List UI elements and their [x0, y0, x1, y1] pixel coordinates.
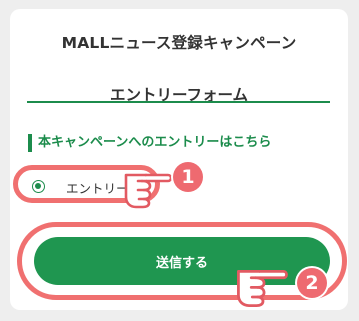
title-divider: [27, 101, 330, 103]
page-title: MALLニュース登録キャンペーン: [61, 34, 297, 52]
step2-badge: 2: [297, 268, 327, 298]
section-heading: 本キャンペーンへのエントリーはこちら: [28, 134, 271, 152]
radio-button[interactable]: [32, 180, 45, 193]
pointing-hand-icon: [237, 269, 288, 307]
pointing-hand-icon: [124, 173, 173, 209]
step1-badge: 1: [173, 162, 203, 192]
entry-card: MALLニュース登録キャンペーン エントリーフォーム 本キャンペーンへのエントリ…: [10, 9, 348, 310]
